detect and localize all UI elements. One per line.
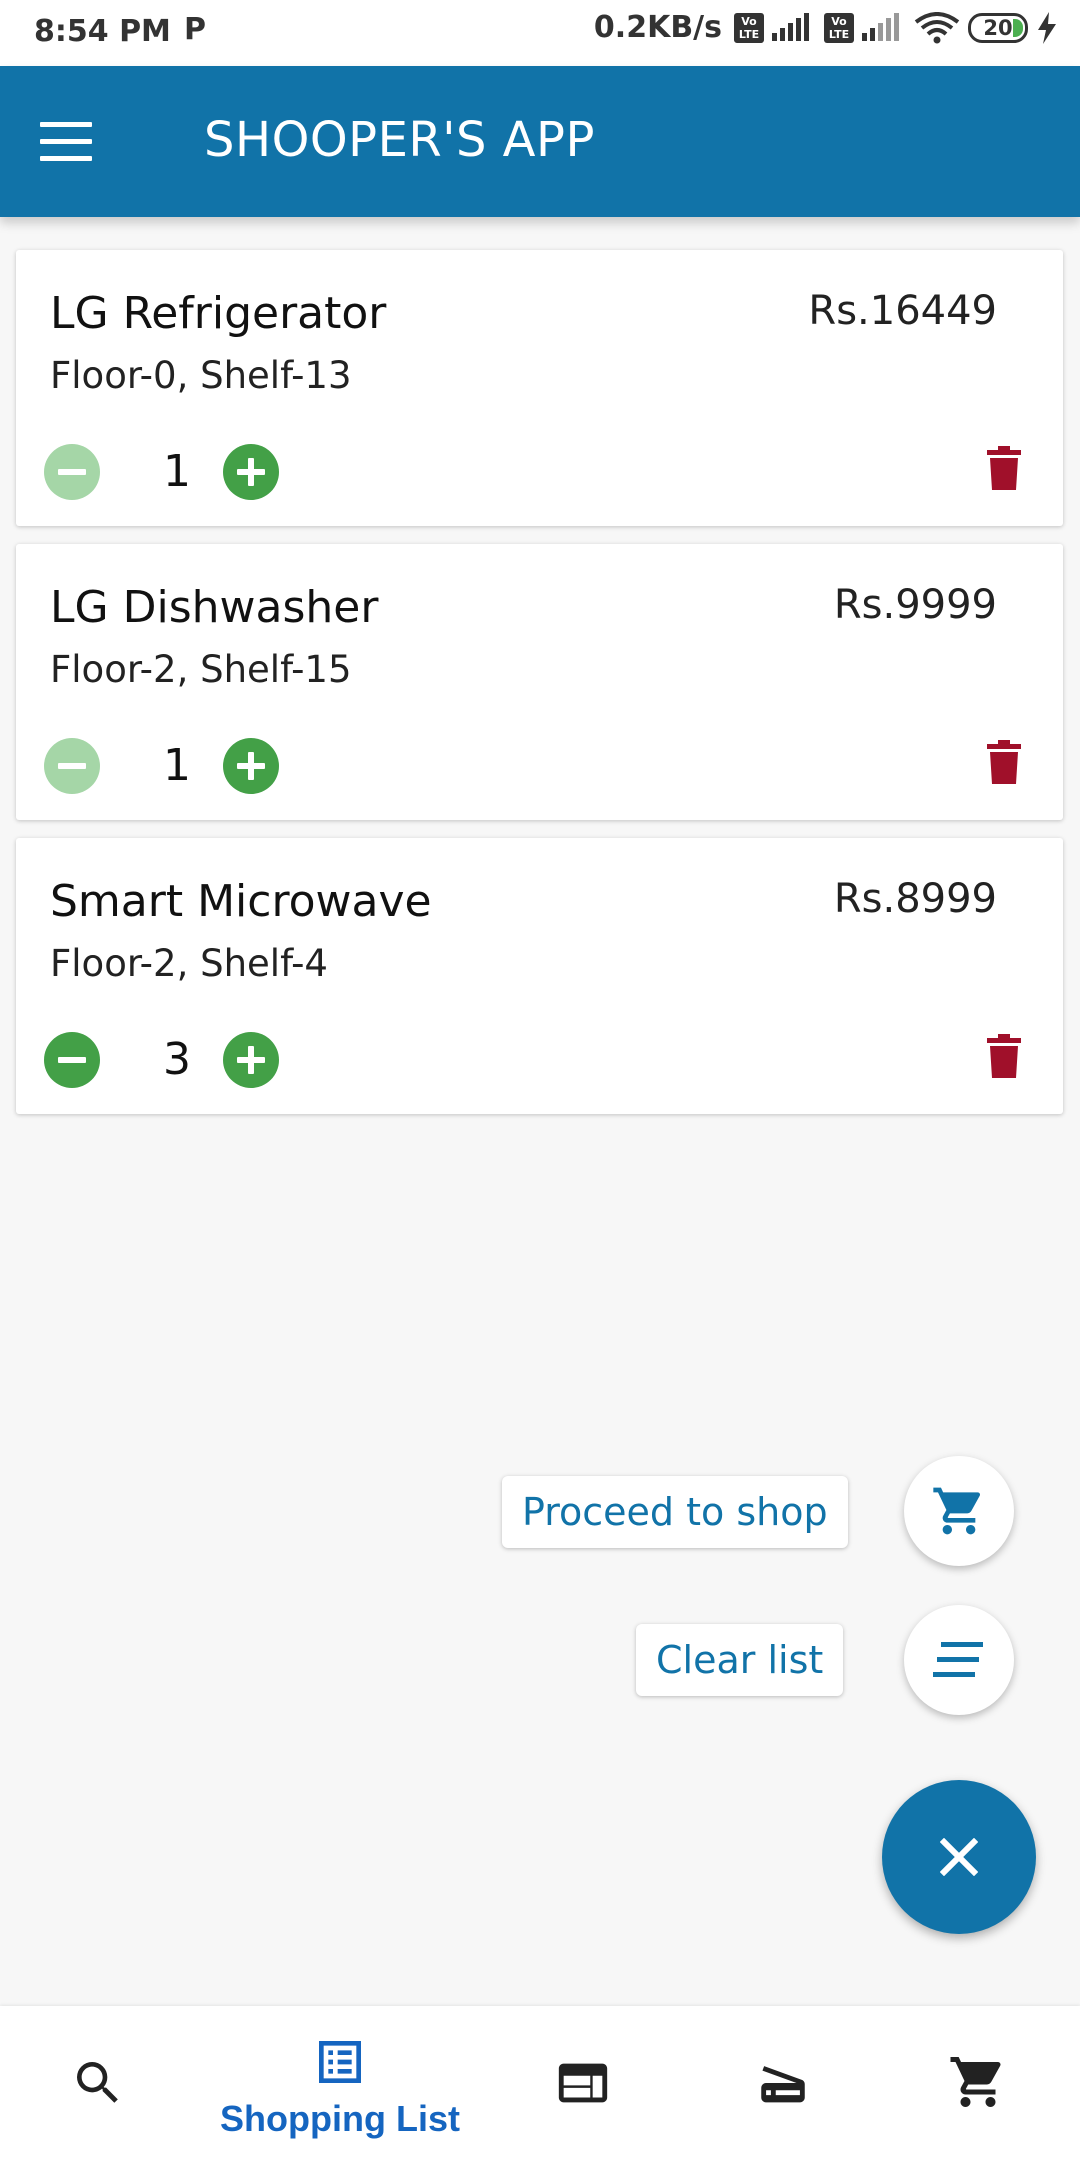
clear-list-button[interactable]: Clear list [636,1624,844,1696]
bottom-navigation: Shopping List [0,2006,1080,2160]
close-fab-menu-button[interactable] [882,1780,1036,1934]
delete-icon[interactable] [987,740,1021,784]
app-title: SHOOPER'S APP [204,112,595,168]
nav-scanner[interactable] [680,2006,880,2160]
charging-icon [1038,11,1056,44]
increase-quantity-button[interactable] [223,1032,279,1088]
nav-shopping-list-label: Shopping List [220,2098,460,2139]
volte-label-top-2: Vo [831,14,847,28]
list-item: LG Refrigerator Floor-0, Shelf-13 Rs.164… [16,250,1063,526]
proceed-to-shop-fab[interactable] [904,1456,1014,1566]
quantity-value: 1 [163,446,191,497]
wifi-icon [914,11,960,43]
item-price: Rs.8999 [833,876,997,922]
list-item: Smart Microwave Floor-2, Shelf-4 Rs.8999… [16,838,1063,1114]
status-icons: 0.2KB/s Vo LTE Vo LTE 20 [594,10,1058,45]
item-name: LG Dishwasher [50,582,379,633]
item-price: Rs.16449 [808,288,997,334]
proceed-to-shop-button[interactable]: Proceed to shop [502,1476,848,1548]
quantity-value: 1 [163,740,191,791]
item-price: Rs.9999 [833,582,997,628]
decrease-quantity-button[interactable] [44,1032,100,1088]
volte-label-top: Vo [741,14,757,28]
signal-icon [772,12,809,41]
decrease-quantity-button[interactable] [44,444,100,500]
decrease-quantity-button[interactable] [44,738,100,794]
delete-icon[interactable] [987,446,1021,490]
nav-search[interactable] [0,2006,200,2160]
quantity-value: 3 [163,1034,191,1085]
status-bar: 8:54 PM P 0.2KB/s Vo LTE Vo LTE 20 [0,0,1080,66]
battery-icon: 20 [968,12,1028,43]
cart-icon [950,2057,1001,2107]
increase-quantity-button[interactable] [223,444,279,500]
item-name: LG Refrigerator [50,288,387,339]
list-item: LG Dishwasher Floor-2, Shelf-15 Rs.9999 … [16,544,1063,820]
app-bar: SHOOPER'S APP [0,66,1080,217]
parking-notification-icon: P [184,12,206,47]
clear-list-fab[interactable] [904,1605,1014,1715]
list-icon [319,2041,361,2083]
web-icon [558,2063,608,2103]
item-location: Floor-2, Shelf-15 [50,648,352,691]
item-location: Floor-0, Shelf-13 [50,354,352,397]
item-name: Smart Microwave [50,876,432,927]
network-speed: 0.2KB/s [593,10,722,45]
delete-icon[interactable] [987,1034,1021,1078]
volte-label-bottom: LTE [738,27,760,41]
nav-web[interactable] [480,2006,680,2160]
search-icon [77,2062,118,2103]
hamburger-menu-icon[interactable] [40,122,92,162]
scanner-icon [761,2066,805,2103]
cart-icon [933,1487,981,1535]
close-icon [940,1838,978,1876]
volte-icon-2: Vo LTE [824,12,854,43]
signal-icon-2 [862,12,899,41]
clear-all-icon [933,1642,983,1677]
item-location: Floor-2, Shelf-4 [50,942,328,985]
nav-shopping-list[interactable]: Shopping List [220,2006,460,2160]
status-time: 8:54 PM [34,14,171,49]
volte-icon: Vo LTE [734,12,764,43]
volte-label-bottom-2: LTE [828,27,850,41]
nav-cart[interactable] [880,2006,1080,2160]
battery-level: 20 [983,15,1013,40]
increase-quantity-button[interactable] [223,738,279,794]
